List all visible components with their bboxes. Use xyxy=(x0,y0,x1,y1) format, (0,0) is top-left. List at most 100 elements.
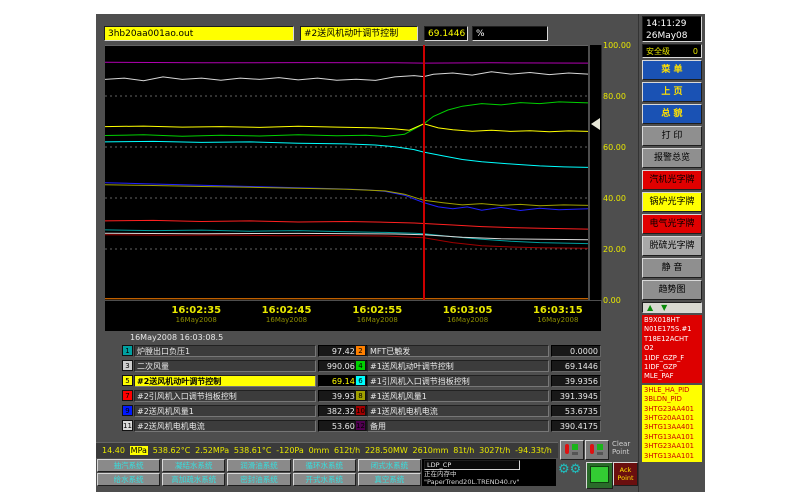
series-label[interactable]: MFT已触发 xyxy=(367,345,549,357)
trend-lines xyxy=(105,45,588,300)
series-color-swatch: 9 xyxy=(122,405,133,416)
legend-row[interactable]: 4#1送风机动叶调节控制69.1446 xyxy=(355,360,601,372)
trend-cursor-line[interactable] xyxy=(423,45,425,300)
scroll-up-icon[interactable]: ▲ xyxy=(647,303,653,313)
legend-row[interactable]: 1炉膛出口负压197.4292 xyxy=(122,345,368,357)
alarm-tag[interactable]: 3BLDN_PID xyxy=(644,395,700,404)
alarm-tag-list-yellow[interactable]: 3HLE_HA_PID3BLDN_PID3HTG23AA4013HTG20AA1… xyxy=(642,385,702,462)
status-value: 228.50MW xyxy=(365,446,408,455)
system-button[interactable]: 循环水系统 xyxy=(293,459,356,472)
series-label[interactable]: 二次风量 xyxy=(134,360,316,372)
monitor-icon[interactable] xyxy=(586,462,613,489)
series-label[interactable]: #1送风机风量1 xyxy=(367,390,549,402)
menu-button[interactable]: 菜 单 xyxy=(642,60,702,80)
legend-row[interactable]: 7#2引风机入口调节挡板控制39.9356 xyxy=(122,390,368,402)
series-label[interactable]: #2引风机入口调节挡板控制 xyxy=(134,390,316,402)
chart-scroll-column[interactable] xyxy=(590,45,602,300)
status-value: 81t/h xyxy=(453,446,474,455)
legend-row[interactable]: 11#2送风机电机电流53.6005 xyxy=(122,420,368,432)
gears-icon[interactable]: ⚙⚙ xyxy=(558,464,584,488)
x-tick-time: 16:03:15 xyxy=(533,305,583,316)
alarm-tag[interactable]: 3HTG23AA401 xyxy=(644,405,700,414)
value-marker-triangle-icon[interactable] xyxy=(591,118,600,130)
security-label: 安全级 xyxy=(646,45,670,57)
indicator-tile-1[interactable] xyxy=(560,440,584,460)
y-tick-label: 100.00 xyxy=(603,41,631,50)
series-value: 39.9356 xyxy=(551,375,601,387)
status-value: 14.40 xyxy=(102,446,125,455)
mute-button[interactable]: 静 音 xyxy=(642,258,702,278)
system-button[interactable]: 开式水系统 xyxy=(293,473,356,486)
series-color-swatch: 4 xyxy=(355,360,366,371)
selected-tag-box[interactable]: #2送风机动叶调节控制 xyxy=(300,26,418,41)
message-tag: LDP_CP xyxy=(424,460,520,470)
series-value: 53.6735 xyxy=(551,405,601,417)
trend-button[interactable]: 趋势图 xyxy=(642,280,702,300)
system-button[interactable]: 凝结水系统 xyxy=(162,459,225,472)
trend-series xyxy=(105,124,588,132)
alarm-tag[interactable]: T18E12ACHT xyxy=(644,335,700,344)
overview-button[interactable]: 总 貌 xyxy=(642,104,702,124)
legend-row[interactable]: 5#2送风机动叶调节控制69.1446 xyxy=(122,375,368,387)
scroll-down-icon[interactable]: ▼ xyxy=(661,303,667,313)
trend-file-box[interactable]: 3hb20aa001ao.out xyxy=(104,26,294,41)
system-button[interactable]: 真空系统 xyxy=(358,473,421,486)
system-button[interactable]: 密封油系统 xyxy=(227,473,290,486)
legend-row[interactable]: 2MFT已触发0.0000 xyxy=(355,345,601,357)
legend-row[interactable]: 12备用390.4175 xyxy=(355,420,601,432)
ack-point-button[interactable]: Ack Point xyxy=(613,462,638,486)
x-tick: 16:02:4516May2008 xyxy=(262,305,312,324)
alarm-tag-list-red[interactable]: B9X018HTN01E175S.#1T18E12ACHTO21IDF_GZP_… xyxy=(642,315,702,383)
series-label[interactable]: #1送风机动叶调节控制 xyxy=(367,360,549,372)
message-file: "PaperTrend20L.TREND40.rv" xyxy=(424,478,554,486)
status-value: 0mm xyxy=(309,446,330,455)
alarm-tag[interactable]: N01E175S.#1 xyxy=(644,325,700,334)
alarm-tag[interactable]: 3HLE_HA_PID xyxy=(644,386,700,395)
clock-box: 14:11:29 26May08 xyxy=(642,16,702,42)
series-label[interactable]: #2送风机风量1 xyxy=(134,405,316,417)
clear-point-label[interactable]: Clear Point xyxy=(612,440,638,456)
series-label[interactable]: #1引风机入口调节挡板控制 xyxy=(367,375,549,387)
trend-chart[interactable] xyxy=(105,45,588,300)
clock-date: 26May08 xyxy=(646,30,698,42)
alarm-tag[interactable]: 3HTG13AA401 xyxy=(644,423,700,432)
alarm-tag[interactable]: 1IDF_GZP xyxy=(644,363,700,372)
series-label[interactable]: #2送风机电机电流 xyxy=(134,420,316,432)
fgd-annunciator-button[interactable]: 脱硫光字牌 xyxy=(642,236,702,256)
alarm-summary-button[interactable]: 报警总览 xyxy=(642,148,702,168)
series-label[interactable]: 炉膛出口负压1 xyxy=(134,345,316,357)
green-light-icon xyxy=(572,444,578,450)
turbine-annunciator-button[interactable]: 汽机光字牌 xyxy=(642,170,702,190)
series-label[interactable]: 备用 xyxy=(367,420,549,432)
boiler-annunciator-button[interactable]: 锅炉光字牌 xyxy=(642,192,702,212)
system-button[interactable]: 抽汽系统 xyxy=(97,459,160,472)
alarm-tag[interactable]: 3HTG13AA101 xyxy=(644,452,700,461)
prev-page-button[interactable]: 上 页 xyxy=(642,82,702,102)
trend-series xyxy=(105,141,588,167)
system-button[interactable]: 给水系统 xyxy=(97,473,160,486)
monitor-screen-icon xyxy=(590,466,609,483)
legend-row[interactable]: 8#1送风机风量1391.3945 xyxy=(355,390,601,402)
x-tick-time: 16:03:05 xyxy=(443,305,493,316)
alarm-tag[interactable]: 3HTG23AA101 xyxy=(644,442,700,451)
system-button[interactable]: 闭式水系统 xyxy=(358,459,421,472)
legend-row[interactable]: 10#1送风机电机电流53.6735 xyxy=(355,405,601,417)
status-bar: 14.40MPa538.62°C2.52MPa538.61°C-120Pa0mm… xyxy=(96,442,558,458)
legend-row[interactable]: 6#1引风机入口调节挡板控制39.9356 xyxy=(355,375,601,387)
alarm-tag[interactable]: O2 xyxy=(644,344,700,353)
alarm-tag[interactable]: B9X018HT xyxy=(644,316,700,325)
indicator-tile-2[interactable] xyxy=(585,440,609,460)
alarm-tag[interactable]: 3HTG20AA101 xyxy=(644,414,700,423)
series-label[interactable]: #1送风机电机电流 xyxy=(367,405,549,417)
alarm-tag[interactable]: 3HTG13AA101 xyxy=(644,433,700,442)
alarm-tag[interactable]: MLE_PAF xyxy=(644,372,700,381)
alarm-tag[interactable]: 1IDF_GZP_F xyxy=(644,354,700,363)
system-button[interactable]: 润滑油系统 xyxy=(227,459,290,472)
legend-row[interactable]: 9#2送风机风量1382.3297 xyxy=(122,405,368,417)
legend-row[interactable]: 3二次风量990.0674 xyxy=(122,360,368,372)
electrical-annunciator-button[interactable]: 电气光字牌 xyxy=(642,214,702,234)
print-button[interactable]: 打 印 xyxy=(642,126,702,146)
system-button[interactable]: 高加疏水系统 xyxy=(162,473,225,486)
series-label[interactable]: #2送风机动叶调节控制 xyxy=(134,375,316,387)
series-color-swatch: 7 xyxy=(122,390,133,401)
